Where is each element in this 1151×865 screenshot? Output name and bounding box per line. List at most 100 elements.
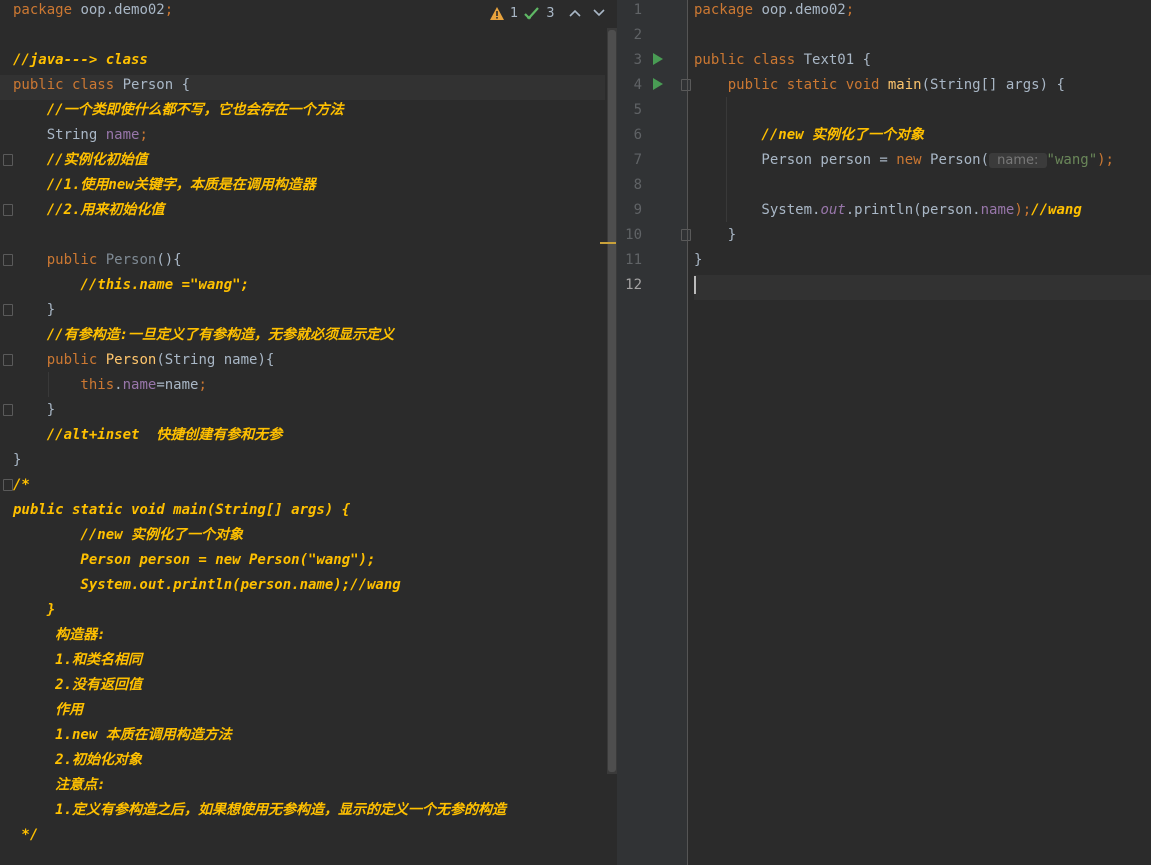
code-line[interactable]: /*	[13, 475, 605, 500]
warning-icon[interactable]	[490, 6, 504, 20]
code-line[interactable]: //一个类即使什么都不写，它也会存在一个方法	[13, 100, 605, 125]
code-line[interactable]: //alt+inset 快捷创建有参和无参	[13, 425, 605, 450]
code-line[interactable]: Person person = new Person("wang");	[13, 550, 605, 575]
run-icon[interactable]	[653, 78, 663, 90]
fold-marker-icon[interactable]	[3, 254, 13, 266]
code-line[interactable]: public static void main(String[] args) {	[13, 500, 605, 525]
code-line[interactable]: 1.和类名相同	[13, 650, 605, 675]
code-line[interactable]: public class Person {	[0, 75, 605, 100]
code-token: }	[694, 252, 703, 268]
code-comment: //this.name ="wang";	[13, 277, 250, 293]
code-line[interactable]: String name;	[13, 125, 605, 150]
code-line[interactable]: //实例化初始值	[13, 150, 605, 175]
fold-marker-icon[interactable]	[3, 204, 13, 216]
code-line[interactable]: //this.name ="wang";	[13, 275, 605, 300]
code-line[interactable]	[694, 100, 1151, 125]
code-keyword: package	[694, 2, 754, 18]
code-line[interactable]: */	[13, 825, 605, 850]
check-icon[interactable]	[524, 6, 540, 20]
inspection-widget[interactable]: 1 3	[490, 2, 605, 24]
fold-marker-icon[interactable]	[3, 354, 13, 366]
text01-java-code[interactable]: package oop.demo02; public class Text01 {…	[694, 0, 1151, 865]
code-line[interactable]: 构造器:	[13, 625, 605, 650]
code-line[interactable]	[694, 275, 1151, 300]
right-editor-pane[interactable]: 1 2 3 4 5 6 7 8 9 10 11 12 package oop.demo02; publi…	[617, 0, 1151, 865]
code-line[interactable]: public Person(String name){	[13, 350, 605, 375]
code-token: Person	[97, 352, 157, 368]
code-keyword: ;	[139, 127, 148, 143]
indent-guide	[726, 97, 727, 222]
code-line[interactable]: }	[13, 300, 605, 325]
code-line[interactable]: 1.定义有参构造之后，如果想使用无参构造，显示的定义一个无参的构造	[13, 800, 605, 825]
code-line[interactable]: public static void main(String[] args) {	[694, 75, 1151, 100]
code-line[interactable]: 1.new 本质在调用构造方法	[13, 725, 605, 750]
code-line[interactable]	[13, 25, 605, 50]
code-keyword: new	[896, 152, 922, 168]
code-comment: 1.和类名相同	[13, 652, 143, 668]
run-icon[interactable]	[653, 53, 663, 65]
code-line[interactable]: //new 实例化了一个对象	[694, 125, 1151, 150]
code-token: }	[13, 402, 56, 418]
line-number: 10	[625, 227, 642, 243]
code-token: String	[13, 127, 106, 143]
code-token: Person	[97, 252, 157, 268]
line-number: 7	[633, 152, 642, 168]
scrollbar-thumb[interactable]	[608, 30, 616, 772]
code-line[interactable]: Person person = new Person( name: "wang"…	[694, 150, 1151, 175]
fold-marker-icon[interactable]	[3, 304, 13, 316]
code-token: (){	[156, 252, 182, 268]
line-number: 11	[625, 252, 642, 268]
left-editor-pane[interactable]: package oop.demo02; //java---> class publi…	[0, 0, 617, 865]
code-comment: //2.用来初始化值	[13, 202, 165, 218]
code-line[interactable]: //java---> class	[13, 50, 605, 75]
ok-count: 3	[546, 5, 555, 21]
code-keyword: ;	[845, 2, 855, 18]
code-line[interactable]: }	[13, 400, 605, 425]
code-line[interactable]: 注意点:	[13, 775, 605, 800]
code-line[interactable]: package oop.demo02;	[694, 0, 1151, 25]
code-line[interactable]: public class Text01 {	[694, 50, 1151, 75]
line-number: 8	[633, 177, 642, 193]
code-line[interactable]: this.name=name;	[13, 375, 605, 400]
code-comment: //实例化初始值	[13, 152, 148, 168]
code-comment: }	[13, 602, 56, 618]
line-number-gutter[interactable]: 1 2 3 4 5 6 7 8 9 10 11 12	[617, 0, 691, 865]
code-token: name	[980, 202, 1015, 218]
code-token: "wang"	[1046, 152, 1098, 168]
code-line[interactable]: //2.用来初始化值	[13, 200, 605, 225]
code-keyword: );	[1097, 152, 1114, 168]
code-line[interactable]: 2.初始化对象	[13, 750, 605, 775]
code-line[interactable]: //有参构造:一旦定义了有参构造，无参就必须显示定义	[13, 325, 605, 350]
code-line[interactable]: 作用	[13, 700, 605, 725]
code-line[interactable]: public Person(){	[13, 250, 605, 275]
code-line[interactable]: System.out.println(person.name);//wang	[13, 575, 605, 600]
code-comment: public static void main(String[] args) {	[13, 502, 351, 518]
code-token: System.	[694, 202, 821, 218]
fold-marker-icon[interactable]	[681, 229, 691, 241]
code-token: main	[887, 77, 922, 93]
line-number: 4	[633, 77, 642, 93]
chevron-up-icon[interactable]	[568, 9, 581, 17]
fold-marker-icon[interactable]	[3, 154, 13, 166]
code-line[interactable]	[13, 225, 605, 250]
error-stripe-marker[interactable]	[600, 242, 616, 244]
code-line[interactable]: }	[694, 225, 1151, 250]
fold-marker-icon[interactable]	[681, 79, 691, 91]
code-token: name	[105, 127, 140, 143]
code-line[interactable]: }	[694, 250, 1151, 275]
code-line[interactable]: }	[13, 450, 605, 475]
code-line[interactable]: //1.使用new关键字，本质是在调用构造器	[13, 175, 605, 200]
code-line[interactable]: 2.没有返回值	[13, 675, 605, 700]
code-token: oop.demo02	[753, 2, 846, 18]
chevron-down-icon[interactable]	[592, 9, 605, 17]
code-line[interactable]: //new 实例化了一个对象	[13, 525, 605, 550]
code-line[interactable]: System.out.println(person.name);//wang	[694, 200, 1151, 225]
code-line[interactable]	[694, 25, 1151, 50]
code-comment: 2.没有返回值	[13, 677, 143, 693]
code-line[interactable]: }	[13, 600, 605, 625]
line-number: 1	[633, 2, 642, 18]
fold-marker-icon[interactable]	[3, 479, 13, 491]
code-keyword: public	[13, 352, 98, 368]
code-line[interactable]	[694, 175, 1151, 200]
fold-marker-icon[interactable]	[3, 404, 13, 416]
